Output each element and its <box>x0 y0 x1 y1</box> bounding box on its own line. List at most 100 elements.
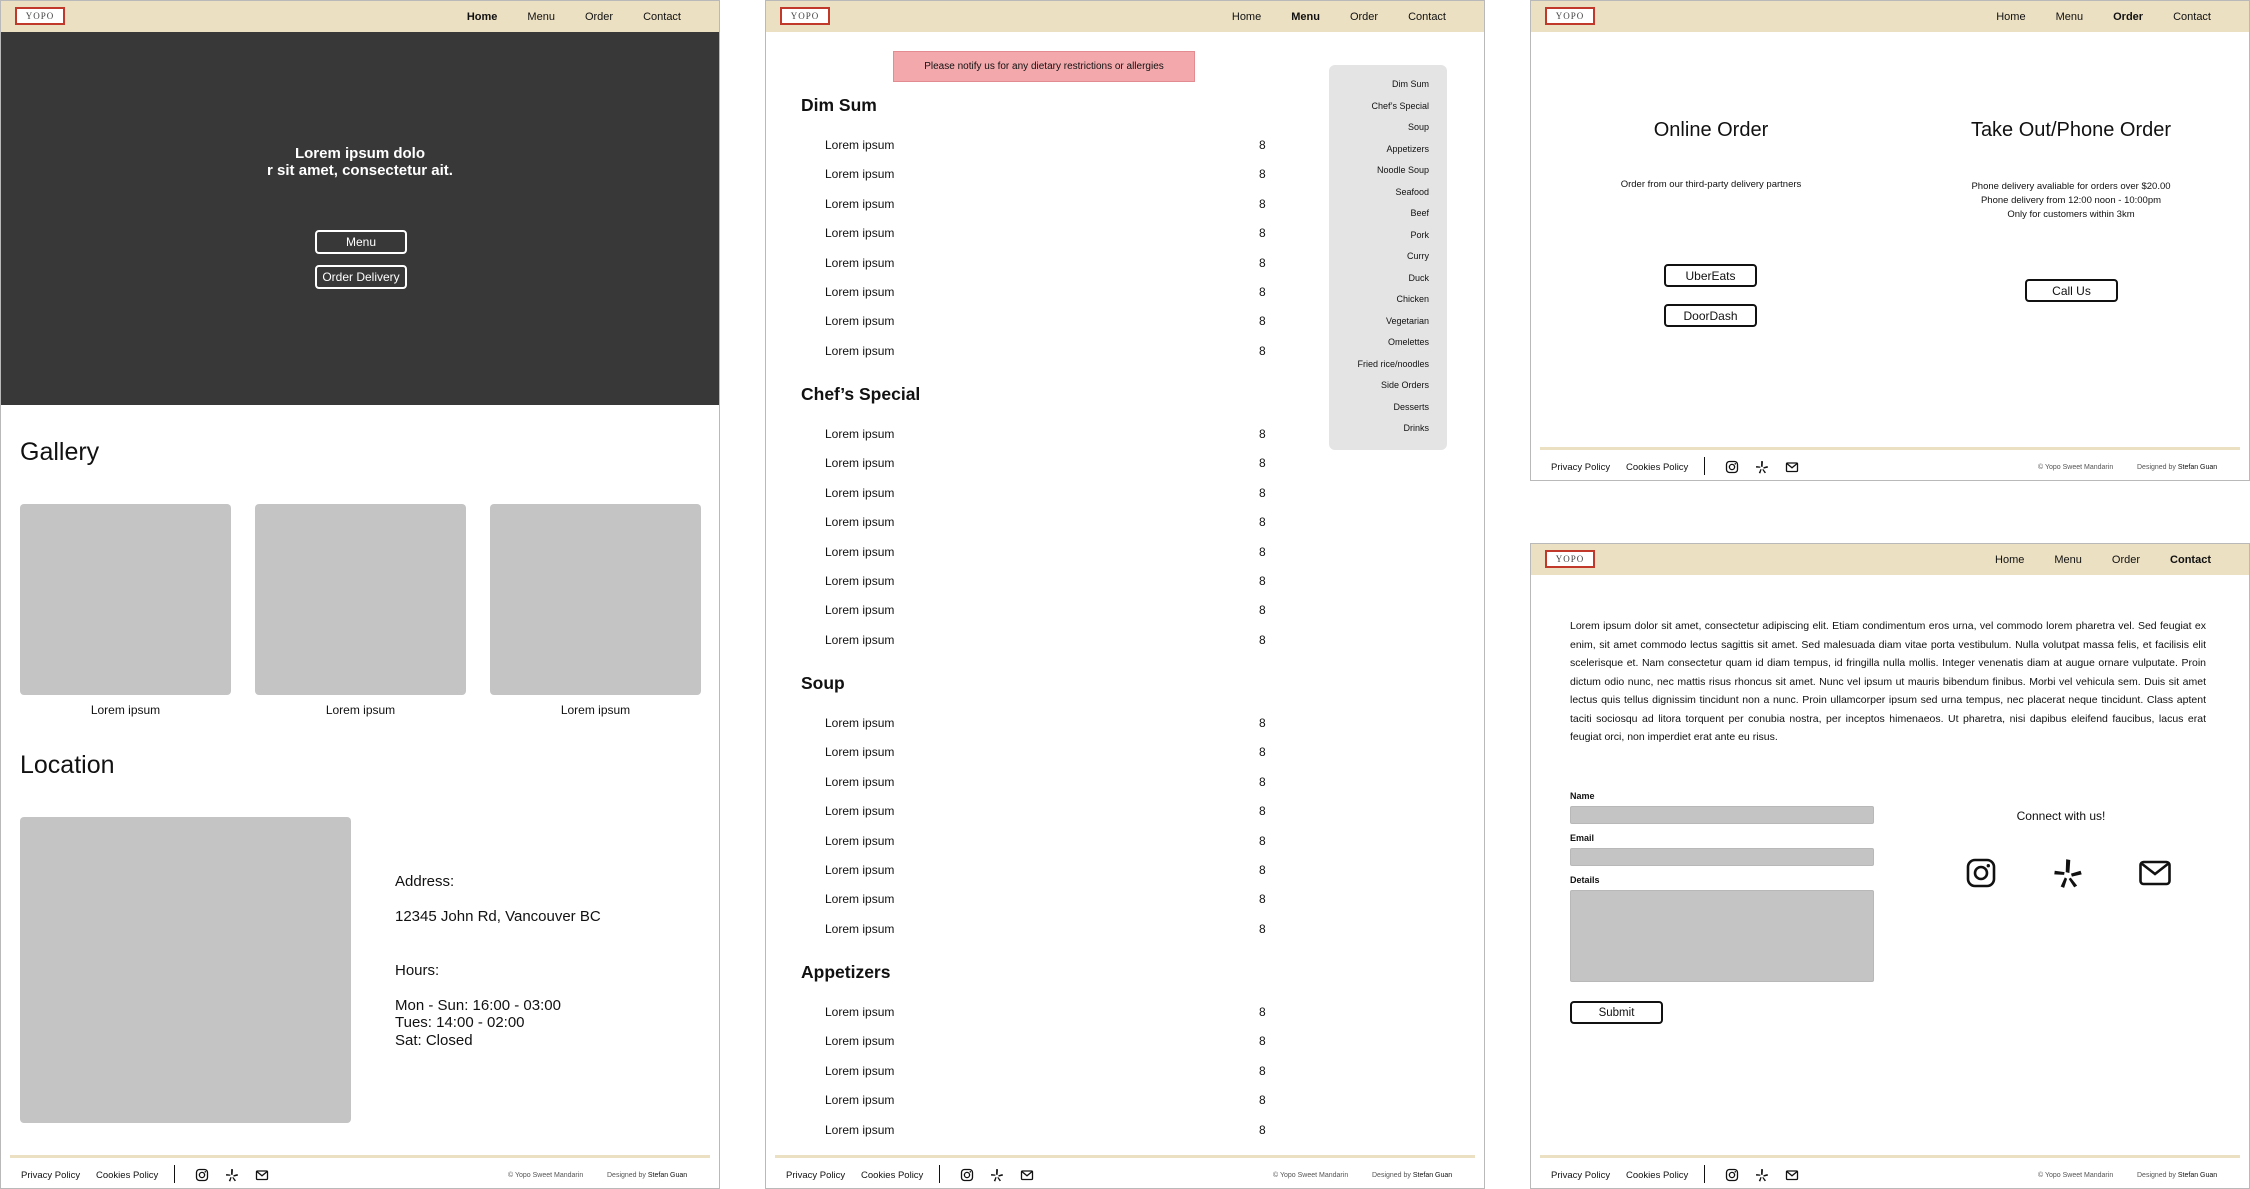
logo[interactable]: YOPO <box>780 7 830 25</box>
yelp-icon[interactable] <box>1755 460 1769 474</box>
mail-icon[interactable] <box>1785 460 1799 474</box>
side-menu-item[interactable]: Pork <box>1410 230 1429 240</box>
mail-icon[interactable] <box>2138 857 2172 889</box>
cookies-policy-link[interactable]: Cookies Policy <box>1626 1170 1688 1181</box>
nav-order[interactable]: Order <box>1350 11 1378 23</box>
menu-item-price: 8 <box>1259 138 1266 152</box>
menu-item-price: 8 <box>1259 544 1266 559</box>
menu-item-name: Lorem ipsum <box>825 1063 895 1078</box>
menu-item-name: Lorem ipsum <box>825 285 895 299</box>
side-menu-item[interactable]: Soup <box>1408 122 1429 132</box>
side-menu-item[interactable]: Vegetarian <box>1386 316 1429 326</box>
email-field[interactable] <box>1570 848 1874 866</box>
name-field[interactable] <box>1570 806 1874 824</box>
nav-home[interactable]: Home <box>1996 11 2025 23</box>
ubereats-button[interactable]: UberEats <box>1664 264 1757 287</box>
nav-contact[interactable]: Contact <box>2170 554 2211 566</box>
privacy-policy-link[interactable]: Privacy Policy <box>21 1170 80 1181</box>
menu-item-price: 8 <box>1259 456 1266 471</box>
instagram-icon[interactable] <box>1965 857 1997 889</box>
nav-contact[interactable]: Contact <box>2173 11 2211 23</box>
menu-item-name: Lorem ipsum <box>825 603 895 618</box>
nav-contact[interactable]: Contact <box>1408 11 1446 23</box>
yelp-icon[interactable] <box>1755 1168 1769 1182</box>
nav-home[interactable]: Home <box>1232 11 1261 23</box>
menu-item-name: Lorem ipsum <box>825 226 895 241</box>
menu-content: Please notify us for any dietary restric… <box>766 32 1484 1152</box>
side-menu-item[interactable]: Appetizers <box>1386 144 1429 154</box>
side-menu-item[interactable]: Desserts <box>1393 402 1429 412</box>
menu-item-name: Lorem ipsum <box>825 745 895 760</box>
order-delivery-button[interactable]: Order Delivery <box>315 265 407 289</box>
side-menu-item[interactable]: Seafood <box>1395 187 1429 197</box>
copyright-text: © Yopo Sweet Mandarin <box>1273 1172 1349 1179</box>
logo[interactable]: YOPO <box>15 7 65 25</box>
side-menu-item[interactable]: Beef <box>1410 208 1429 218</box>
mail-icon[interactable] <box>1785 1168 1799 1182</box>
instagram-icon[interactable] <box>1725 1168 1739 1182</box>
yelp-icon[interactable] <box>990 1168 1004 1182</box>
nav-contact[interactable]: Contact <box>643 11 681 23</box>
submit-button[interactable]: Submit <box>1570 1001 1663 1024</box>
mail-icon[interactable] <box>255 1168 269 1182</box>
name-label: Name <box>1570 791 1595 801</box>
gallery-image[interactable] <box>490 504 701 695</box>
yelp-icon[interactable] <box>2052 857 2084 889</box>
cookies-policy-link[interactable]: Cookies Policy <box>1626 462 1688 473</box>
menu-item-name: Lorem ipsum <box>825 196 895 211</box>
menu-item-name: Lorem ipsum <box>825 1093 895 1108</box>
nav-home[interactable]: Home <box>467 11 498 23</box>
designed-by-text: Designed by Stefan Guan <box>607 1172 688 1179</box>
menu-item-name: Lorem ipsum <box>825 515 895 530</box>
side-menu-item[interactable]: Dim Sum <box>1392 79 1429 89</box>
instagram-icon[interactable] <box>960 1168 974 1182</box>
nav-menu[interactable]: Menu <box>527 11 555 23</box>
designed-by-text: Designed by Stefan Guan <box>2137 1172 2218 1179</box>
menu-item-name: Lorem ipsum <box>825 167 895 182</box>
designed-by-text: Designed by Stefan Guan <box>2137 464 2218 471</box>
menu-button[interactable]: Menu <box>315 230 407 254</box>
side-menu-item[interactable]: Duck <box>1408 273 1429 283</box>
privacy-policy-link[interactable]: Privacy Policy <box>1551 1170 1610 1181</box>
nav-order[interactable]: Order <box>2113 11 2143 23</box>
menu-item-price: 8 <box>1259 774 1266 789</box>
instagram-icon[interactable] <box>1725 460 1739 474</box>
nav-menu[interactable]: Menu <box>2056 11 2084 23</box>
logo[interactable]: YOPO <box>1545 7 1595 25</box>
logo[interactable]: YOPO <box>1545 550 1595 568</box>
copyright-text: © Yopo Sweet Mandarin <box>508 1172 584 1179</box>
side-menu-item[interactable]: Fried rice/noodles <box>1357 359 1429 369</box>
cookies-policy-link[interactable]: Cookies Policy <box>96 1170 158 1181</box>
yelp-icon[interactable] <box>225 1168 239 1182</box>
nav-links: Home Menu Order Contact <box>1996 1 2211 32</box>
cookies-policy-link[interactable]: Cookies Policy <box>861 1170 923 1181</box>
nav-menu[interactable]: Menu <box>2054 554 2082 566</box>
call-us-button[interactable]: Call Us <box>2025 279 2118 302</box>
menu-item-name: Lorem ipsum <box>825 574 895 588</box>
gallery-image[interactable] <box>20 504 231 695</box>
nav-order[interactable]: Order <box>2112 554 2140 566</box>
side-menu-item[interactable]: Curry <box>1407 251 1429 261</box>
menu-item-price: 8 <box>1259 167 1266 182</box>
nav-home[interactable]: Home <box>1995 554 2024 566</box>
nav-menu[interactable]: Menu <box>1291 11 1320 23</box>
side-menu-item[interactable]: Chicken <box>1396 294 1429 304</box>
map-placeholder[interactable] <box>20 817 351 1123</box>
details-field[interactable] <box>1570 890 1874 982</box>
mail-icon[interactable] <box>1020 1168 1034 1182</box>
nav-links: Home Menu Order Contact <box>467 1 681 32</box>
side-menu-item[interactable]: Noodle Soup <box>1377 165 1429 175</box>
instagram-icon[interactable] <box>195 1168 209 1182</box>
privacy-policy-link[interactable]: Privacy Policy <box>1551 462 1610 473</box>
privacy-policy-link[interactable]: Privacy Policy <box>786 1170 845 1181</box>
side-menu-item[interactable]: Omelettes <box>1388 337 1429 347</box>
gallery-image[interactable] <box>255 504 466 695</box>
side-menu-item[interactable]: Drinks <box>1403 423 1429 433</box>
menu-item-price: 8 <box>1259 833 1266 848</box>
doordash-button[interactable]: DoorDash <box>1664 304 1757 327</box>
side-menu-item[interactable]: Side Orders <box>1381 380 1429 390</box>
menu-item-name: Lorem ipsum <box>825 485 895 500</box>
side-menu-item[interactable]: Chef’s Special <box>1371 101 1429 111</box>
footer-divider <box>939 1165 940 1183</box>
nav-order[interactable]: Order <box>585 11 613 23</box>
